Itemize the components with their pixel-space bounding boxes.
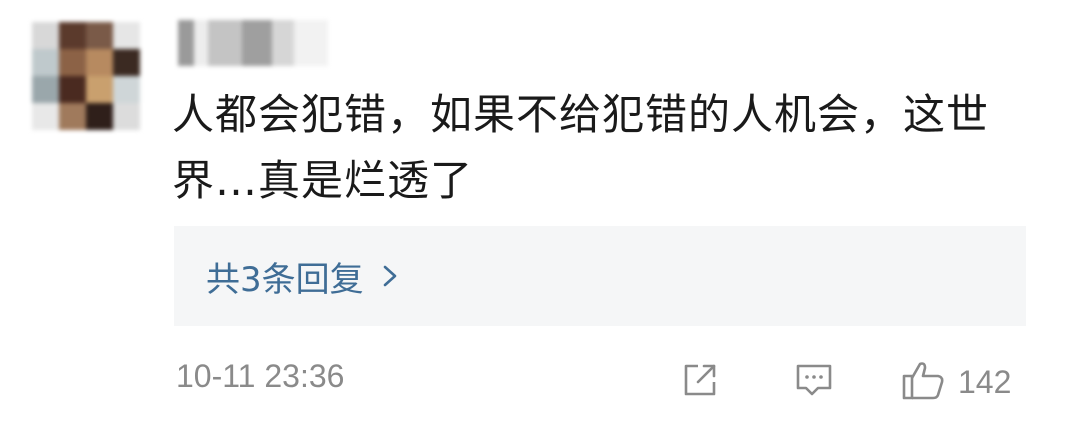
comment-text: 人都会犯错，如果不给犯错的人机会，这世界…真是烂透了 — [172, 90, 990, 205]
like-button[interactable]: 142 — [900, 358, 1011, 406]
replies-label: 共3条回复 — [206, 259, 364, 300]
like-count: 142 — [958, 363, 1012, 400]
view-replies-button[interactable]: 共3条回复 — [174, 226, 1026, 326]
share-button[interactable] — [678, 358, 722, 406]
username[interactable] — [178, 20, 328, 66]
avatar[interactable] — [32, 22, 140, 130]
comment-icon — [792, 358, 836, 406]
comment-footer: 10-11 23:36 142 — [176, 350, 1026, 410]
share-icon — [678, 358, 722, 406]
timestamp: 10-11 23:36 — [176, 358, 345, 394]
comment-button[interactable] — [792, 358, 836, 406]
chevron-right-icon — [378, 264, 402, 288]
thumbs-up-icon — [900, 358, 948, 406]
